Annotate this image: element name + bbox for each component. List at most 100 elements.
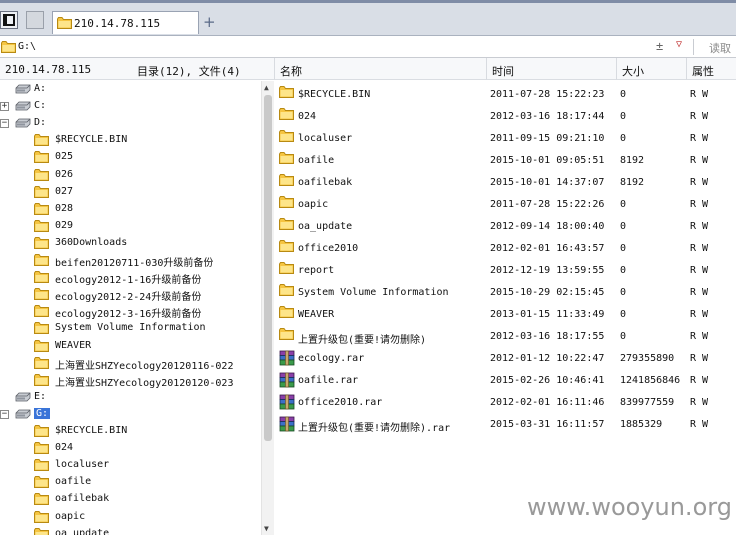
file-size: 8192 — [620, 155, 645, 166]
file-name: System Volume Information — [298, 287, 449, 298]
tree-item-label: 360Downloads — [55, 236, 128, 248]
expand-icon[interactable]: ± — [656, 39, 663, 53]
tree-item-label: 上海置业SHZYecology20120116-022 — [55, 360, 234, 372]
toggle-panel-button[interactable] — [0, 11, 18, 29]
tree-item-label: oafile — [55, 476, 92, 488]
tree-folder-item[interactable]: ecology2012-3-16升级前备份 — [0, 303, 261, 320]
tree-folder-item[interactable]: $RECYCLE.BIN — [0, 423, 261, 440]
folder-icon — [279, 196, 294, 208]
column-name[interactable]: 名称 — [280, 63, 302, 79]
tree-item-label: $RECYCLE.BIN — [55, 425, 128, 436]
tree-folder-item[interactable]: oafile — [0, 474, 261, 491]
folder-icon — [34, 169, 49, 181]
tree-drive-item[interactable]: A: — [0, 81, 261, 98]
tree-folder-item[interactable]: beifen20120711-030升级前备份 — [0, 252, 261, 269]
tree-scrollbar[interactable]: ▲ ▼ — [261, 81, 274, 535]
tree-folder-item[interactable]: 027 — [0, 184, 261, 201]
scroll-down-icon[interactable]: ▼ — [264, 524, 269, 533]
file-size: 8192 — [620, 177, 645, 188]
file-row[interactable]: $RECYCLE.BIN 2011-07-28 15:22:23 0 R W — [275, 83, 736, 105]
divider[interactable] — [486, 58, 487, 80]
file-row[interactable]: oafile.rar 2015-02-26 10:46:41 1241856846 R… — [275, 369, 736, 391]
tree-folder-item[interactable]: ecology2012-2-24升级前备份 — [0, 286, 261, 303]
folder-icon — [279, 328, 294, 340]
file-row[interactable]: oa_update 2012-09-14 18:00:40 0 R W — [275, 215, 736, 237]
file-row[interactable]: oafile 2015-10-01 09:05:51 8192 R W — [275, 149, 736, 171]
tree-folder-item[interactable]: 026 — [0, 167, 261, 184]
folder-icon — [34, 357, 49, 369]
add-tab-button[interactable]: + — [203, 13, 216, 31]
file-time: 2012-12-19 13:59:55 — [490, 265, 605, 276]
file-time: 2015-10-29 02:15:45 — [490, 287, 605, 298]
tree-folder-item[interactable]: WEAVER — [0, 338, 261, 355]
tree-folder-item[interactable]: 上海置业SHZYecology20120120-023 — [0, 372, 261, 389]
drive-icon — [15, 84, 31, 94]
tree-folder-item[interactable]: ecology2012-1-16升级前备份 — [0, 269, 261, 286]
tree-item-label: 028 — [55, 202, 74, 214]
chevron-down-icon[interactable]: ▽ — [676, 39, 682, 50]
file-row[interactable]: office2010 2012-02-01 16:43:57 0 R W — [275, 237, 736, 259]
scroll-up-icon[interactable]: ▲ — [264, 83, 269, 92]
file-row[interactable]: office2010.rar 2012-02-01 16:11:46 8399775… — [275, 391, 736, 413]
folder-icon — [279, 108, 294, 120]
file-row[interactable]: 上置升级包(重要!请勿删除) 2012-03-16 18:17:55 0 R W — [275, 325, 736, 347]
tree-drive-item[interactable]: + C: — [0, 98, 261, 115]
tab-bar: 210.14.78.115 + — [0, 0, 736, 36]
folder-icon — [1, 41, 16, 53]
column-attributes[interactable]: 属性 — [692, 63, 714, 79]
tree-drive-item[interactable]: − D: — [0, 115, 261, 132]
collapse-icon[interactable]: − — [0, 409, 9, 419]
tree-folder-item[interactable]: oa_update — [0, 526, 261, 535]
tree-folder-item[interactable]: 360Downloads — [0, 235, 261, 252]
file-row[interactable]: ecology.rar 2012-01-12 10:22:47 279355890 R… — [275, 347, 736, 369]
folder-icon — [34, 203, 49, 215]
folder-icon — [34, 493, 49, 505]
read-button[interactable]: 读取 — [709, 40, 731, 56]
file-attributes: R W — [690, 155, 709, 166]
tree-folder-item[interactable]: 028 — [0, 201, 261, 218]
tree-folder-item[interactable]: 029 — [0, 218, 261, 235]
file-row[interactable]: 上置升级包(重要!请勿删除).rar 2015-03-31 16:11:57 188… — [275, 413, 736, 435]
file-time: 2012-02-01 16:43:57 — [490, 243, 605, 254]
tree-folder-item[interactable]: 上海置业SHZYecology20120116-022 — [0, 355, 261, 372]
file-attributes: R W — [690, 243, 709, 254]
column-time[interactable]: 时间 — [492, 63, 514, 79]
tree-drive-item[interactable]: − G: — [0, 406, 261, 423]
file-row[interactable]: oapic 2011-07-28 15:22:26 0 R W — [275, 193, 736, 215]
collapse-icon[interactable]: − — [0, 119, 9, 129]
divider[interactable] — [616, 58, 617, 80]
file-row[interactable]: 024 2012-03-16 18:17:44 0 R W — [275, 105, 736, 127]
tree-item-label: ecology2012-1-16升级前备份 — [55, 275, 202, 287]
file-row[interactable]: oafilebak 2015-10-01 14:37:07 8192 R W — [275, 171, 736, 193]
divider[interactable] — [686, 58, 687, 80]
file-name: localuser — [298, 133, 353, 144]
tree-folder-item[interactable]: System Volume Information — [0, 320, 261, 337]
tree-drive-item[interactable]: E: — [0, 389, 261, 406]
file-attributes: R W — [690, 89, 709, 100]
divider — [693, 39, 694, 55]
address-input[interactable]: G:\ — [18, 41, 36, 52]
file-attributes: R W — [690, 177, 709, 188]
file-row[interactable]: localuser 2011-09-15 09:21:10 0 R W — [275, 127, 736, 149]
drive-icon — [15, 409, 31, 419]
column-size[interactable]: 大小 — [622, 63, 644, 79]
file-time: 2011-07-28 15:22:26 — [490, 199, 605, 210]
file-name: oafile.rar — [298, 375, 359, 386]
tree-folder-item[interactable]: 024 — [0, 440, 261, 457]
tree-item-label: System Volume Information — [55, 322, 206, 334]
file-size: 0 — [620, 111, 627, 122]
file-row[interactable]: report 2012-12-19 13:59:55 0 R W — [275, 259, 736, 281]
scrollbar-thumb[interactable] — [264, 95, 272, 441]
tree-item-label: oapic — [55, 510, 86, 522]
tree-folder-item[interactable]: oafilebak — [0, 491, 261, 508]
tree-folder-item[interactable]: $RECYCLE.BIN — [0, 132, 261, 149]
file-row[interactable]: System Volume Information 2015-10-29 02:1… — [275, 281, 736, 303]
disabled-toolbar-button[interactable] — [26, 11, 44, 29]
file-row[interactable]: WEAVER 2013-01-15 11:33:49 0 R W — [275, 303, 736, 325]
tree-folder-item[interactable]: 025 — [0, 149, 261, 166]
tree-folder-item[interactable]: oapic — [0, 509, 261, 526]
file-list: $RECYCLE.BIN 2011-07-28 15:22:23 0 R W 024 20… — [275, 81, 736, 535]
tree-folder-item[interactable]: localuser — [0, 457, 261, 474]
expand-icon[interactable]: + — [0, 102, 9, 112]
tab-server[interactable]: 210.14.78.115 — [52, 11, 199, 34]
